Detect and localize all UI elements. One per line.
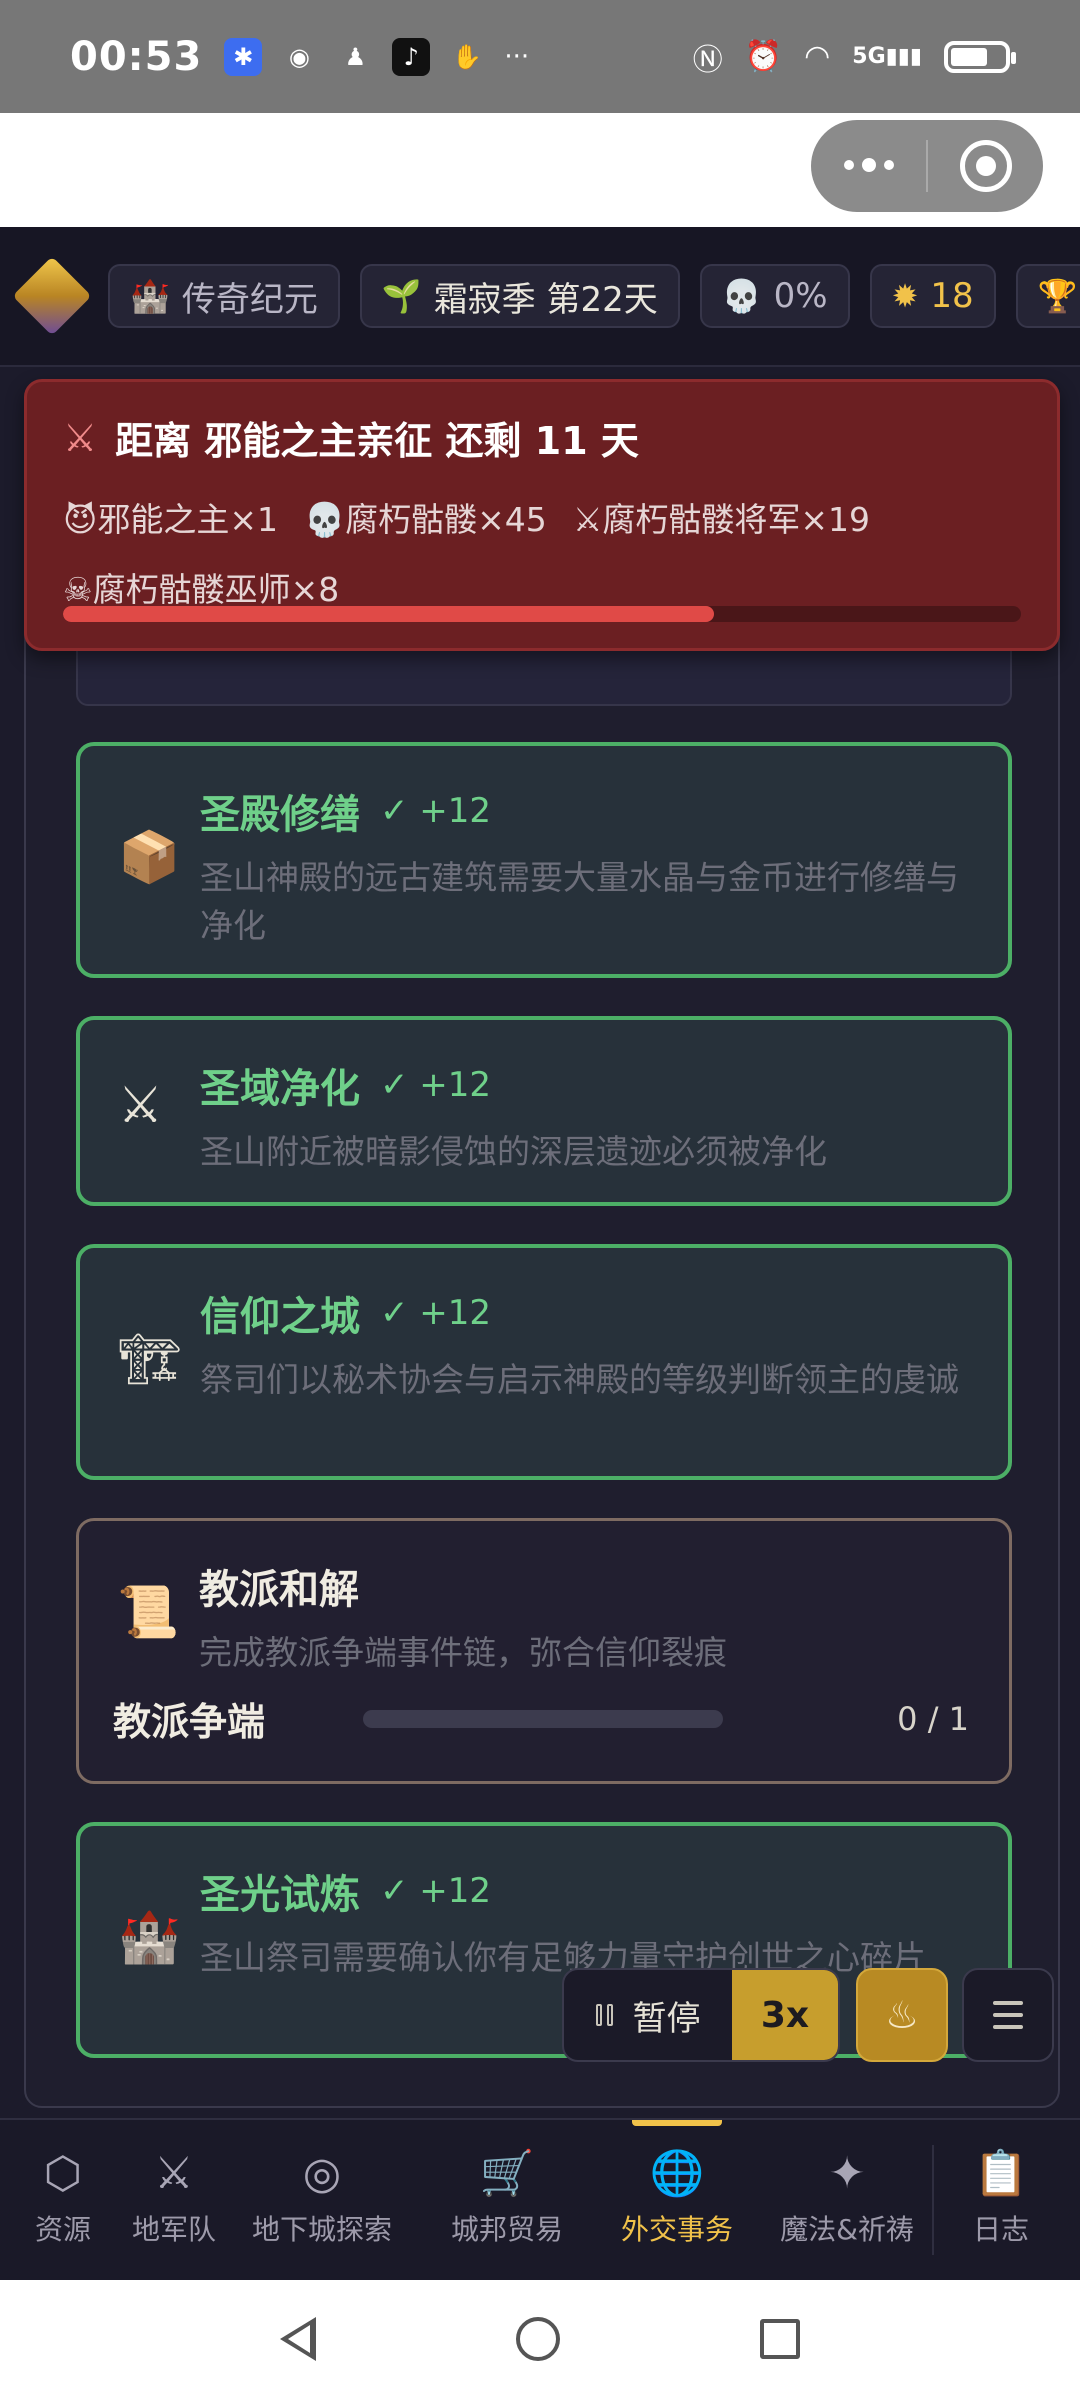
notification-icons: ✱ ◉ ♟ ♪ ✋ ··· — [224, 37, 530, 76]
quest-description: 圣山神殿的远古建筑需要大量水晶与金币进行修缮与净化 — [200, 858, 959, 945]
battery-icon — [944, 40, 1016, 73]
qq-icon: ♟ — [344, 42, 367, 71]
globe-icon: 🌐 — [649, 2148, 705, 2199]
bottom-navigation: ⬡ 资源 ⚔ 地军队 ◎ 地下城探索 🛒 城邦贸易 🌐 外交事务 ✦ 魔法&祈祷… — [0, 2118, 1080, 2280]
crystal-logo-icon[interactable] — [12, 256, 92, 336]
sun-resource-badge[interactable]: ✹ 18 — [869, 264, 996, 328]
quest-card[interactable]: ⚔ 圣域净化 ✓ +12 圣山附近被暗影侵蚀的深层遗迹必须被净化 — [76, 1016, 1012, 1206]
quest-reward: ✓ +12 — [380, 1065, 492, 1105]
speed-toggle-button[interactable]: 3x — [732, 1970, 838, 2060]
quest-title: 圣域净化 — [200, 1066, 360, 1112]
scroll-icon: 📜 — [117, 1583, 180, 1641]
quest-progress-label: 教派争端 — [113, 1700, 266, 1744]
flame-icon: ♨ — [884, 1993, 920, 2037]
pause-icon — [595, 2004, 613, 2026]
mini-program-header — [0, 113, 1080, 227]
quest-title: 圣殿修缮 — [200, 792, 360, 838]
quest-progress-bar — [363, 1709, 723, 1728]
countdown-title: 距离 邪能之主亲征 还剩 11 天 — [115, 419, 639, 463]
sparkle-icon: ✦ — [828, 2148, 866, 2199]
invasion-countdown-banner[interactable]: ⚔ 距离 邪能之主亲征 还剩 11 天 😈邪能之主×1 💀腐朽骷髅×45 ⚔腐朽… — [24, 379, 1060, 651]
crossed-swords-icon: ⚔ — [63, 415, 98, 460]
nav-tab-trade[interactable]: 🛒 城邦贸易 — [422, 2120, 592, 2280]
quest-description: 完成教派争端事件链，弥合信仰裂痕 — [199, 1633, 727, 1672]
menu-button[interactable] — [962, 1968, 1054, 2062]
trophy-icon: 🏆 — [1037, 277, 1078, 315]
app-notification-icon: ✱ — [224, 37, 263, 76]
clock: 00:53 — [70, 33, 203, 80]
status-bar: 00:53 ✱ ◉ ♟ ♪ ✋ ··· Ⓝ ⏰ ◠ 5G▮▮▮ — [0, 0, 1080, 113]
package-icon: 📦 — [118, 828, 181, 886]
trophy-badge[interactable]: 🏆 75 — [1015, 264, 1080, 328]
nfc-icon: Ⓝ — [692, 42, 723, 78]
home-icon[interactable] — [516, 2317, 560, 2361]
threat-badge[interactable]: 💀 0% — [699, 264, 850, 328]
more-options-icon[interactable] — [811, 158, 926, 172]
clipboard-icon: 📋 — [973, 2148, 1029, 2199]
quest-title: 信仰之城 — [200, 1294, 360, 1340]
quest-title: 教派和解 — [199, 1567, 359, 1613]
game-speed-controls: 暂停 3x — [562, 1968, 840, 2062]
cart-icon: 🛒 — [479, 2148, 535, 2199]
quest-card-pending[interactable]: 📜 教派和解 完成教派争端事件链，弥合信仰裂痕 教派争端 0 / 1 — [76, 1518, 1012, 1784]
wifi-icon: ◠ — [804, 39, 831, 74]
back-icon[interactable] — [280, 2317, 316, 2361]
quest-reward: ✓ +12 — [380, 791, 492, 831]
countdown-progress-fill — [63, 606, 715, 622]
hand-icon: ✋ — [452, 42, 483, 71]
quest-description: 祭司们以秘术协会与启示神殿的等级判断领主的虔诚 — [200, 1360, 959, 1399]
quest-progress-row: 教派争端 0 / 1 — [113, 1691, 969, 1746]
countdown-progress-bar — [63, 606, 1021, 622]
wechat-icon: ◉ — [288, 42, 310, 71]
castle-icon: 🏰 — [118, 1908, 181, 1966]
crossed-swords-icon: ⚔ — [154, 2148, 194, 2199]
season-badge[interactable]: 🌱 霜寂季 第22天 — [359, 264, 680, 328]
nav-tab-magic[interactable]: ✦ 魔法&祈祷 — [762, 2120, 932, 2280]
quest-progress-count: 0 / 1 — [897, 1699, 969, 1738]
alarm-icon: ⏰ — [744, 39, 783, 74]
system-navigation-bar — [0, 2280, 1080, 2398]
nav-tab-dungeon[interactable]: ◎ 地下城探索 — [222, 2120, 422, 2280]
quest-card[interactable]: 📦 圣殿修缮 ✓ +12 圣山神殿的远古建筑需要大量水晶与金币进行修缮与净化 — [76, 742, 1012, 978]
compass-icon: ◎ — [302, 2148, 342, 2199]
signal-icon: 5G▮▮▮ — [852, 44, 922, 69]
tiktok-icon: ♪ — [392, 37, 431, 76]
nav-tab-log[interactable]: 📋 日志 — [934, 2120, 1068, 2280]
enemy-item: ⚔腐朽骷髅将军×19 — [572, 500, 871, 539]
swords-icon: ⚔ — [118, 1076, 163, 1134]
more-notifications-icon: ··· — [504, 41, 530, 72]
skull-icon: 💀 — [721, 277, 762, 315]
system-icons: Ⓝ ⏰ ◠ 5G▮▮▮ — [692, 35, 1016, 79]
quest-card[interactable]: 🏗 信仰之城 ✓ +12 祭司们以秘术协会与启示神殿的等级判断领主的虔诚 — [76, 1244, 1012, 1480]
flame-button[interactable]: ♨ — [856, 1968, 948, 2062]
enemy-item: 💀腐朽骷髅×45 — [304, 500, 547, 539]
quest-reward: ✓ +12 — [380, 1293, 492, 1333]
box-icon: ⬡ — [43, 2148, 83, 2199]
quest-reward: ✓ +12 — [380, 1871, 492, 1911]
nav-tab-diplomacy[interactable]: 🌐 外交事务 — [592, 2120, 762, 2280]
nav-tab-resources[interactable]: ⬡ 资源 — [0, 2120, 126, 2280]
sprout-icon: 🌱 — [381, 277, 422, 315]
close-miniprogram-icon[interactable] — [928, 140, 1043, 192]
enemy-list: 😈邪能之主×1 💀腐朽骷髅×45 ⚔腐朽骷髅将军×19 ☠腐朽骷髅巫师×8 — [63, 485, 1021, 625]
quest-description: 圣山附近被暗影侵蚀的深层遗迹必须被净化 — [200, 1132, 827, 1171]
nav-tab-army[interactable]: ⚔ 地军队 — [126, 2120, 222, 2280]
game-top-bar: 🏰 传奇纪元 🌱 霜寂季 第22天 💀 0% ✹ 18 🏆 75 — [0, 227, 1080, 367]
enemy-item: 😈邪能之主×1 — [63, 500, 279, 539]
capsule-menu — [811, 120, 1043, 212]
pause-button[interactable]: 暂停 — [564, 1970, 732, 2060]
era-badge[interactable]: 🏰 传奇纪元 — [108, 264, 340, 328]
quest-panel: 📦 圣殿修缮 ✓ +12 圣山神殿的远古建筑需要大量水晶与金币进行修缮与净化 ⚔… — [24, 600, 1060, 2108]
recents-icon[interactable] — [760, 2319, 800, 2359]
sun-icon: ✹ — [891, 277, 919, 315]
quest-title: 圣光试炼 — [200, 1872, 360, 1918]
crane-icon: 🏗 — [118, 1330, 182, 1388]
castle-icon: 🏰 — [130, 277, 170, 315]
